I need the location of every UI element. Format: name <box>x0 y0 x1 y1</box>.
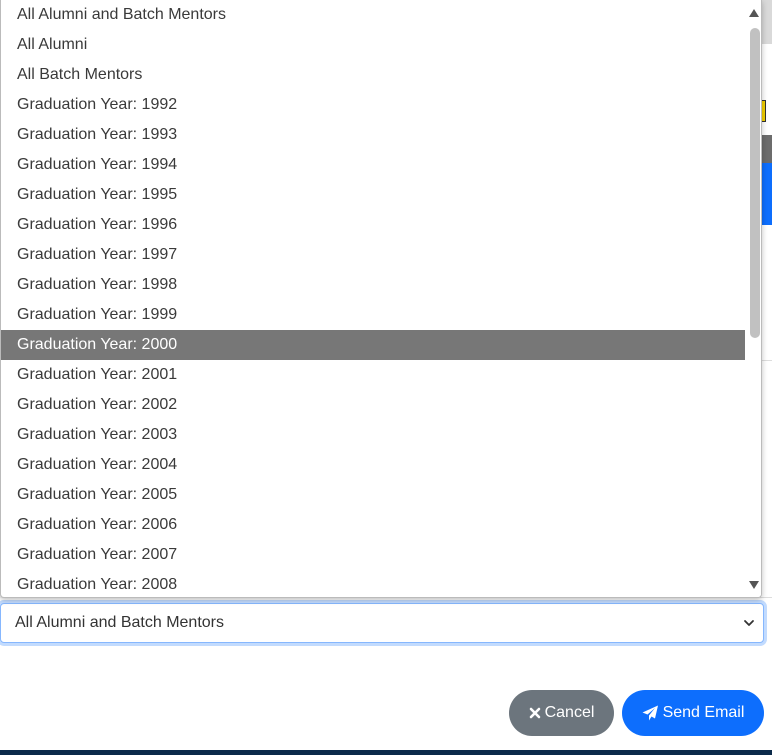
dropdown-option[interactable]: Graduation Year: 2004 <box>1 450 745 480</box>
scrollbar-thumb[interactable] <box>750 28 760 338</box>
dropdown-option[interactable]: Graduation Year: 2002 <box>1 390 745 420</box>
dropdown-option[interactable]: Graduation Year: 1998 <box>1 270 745 300</box>
chevron-down-icon <box>744 620 754 626</box>
cancel-button[interactable]: Cancel <box>509 690 614 736</box>
recipient-select[interactable]: All Alumni and Batch Mentors <box>0 603 764 643</box>
dropdown-option[interactable]: Graduation Year: 2003 <box>1 420 745 450</box>
dropdown-option[interactable]: Graduation Year: 1993 <box>1 120 745 150</box>
dropdown-option[interactable]: Graduation Year: 1994 <box>1 150 745 180</box>
dropdown-option[interactable]: Graduation Year: 2006 <box>1 510 745 540</box>
dropdown-option[interactable]: All Alumni and Batch Mentors <box>1 0 745 30</box>
cancel-button-label: Cancel <box>544 704 595 721</box>
send-email-button[interactable]: Send Email <box>622 690 764 736</box>
recipient-dropdown-list[interactable]: Graduation Year: 2008 Graduation Year: 20… <box>0 0 762 598</box>
dropdown-option[interactable]: Graduation Year: 1995 <box>1 180 745 210</box>
background-bottom-bar <box>0 750 772 755</box>
dropdown-option[interactable]: Graduation Year: 2007 <box>1 540 745 570</box>
scroll-down-arrow-icon[interactable] <box>748 580 760 590</box>
recipient-select-value: All Alumni and Batch Mentors <box>15 614 224 631</box>
dropdown-option[interactable]: Graduation Year: 2001 <box>1 360 745 390</box>
dropdown-option[interactable]: Graduation Year: 2008 <box>1 570 745 597</box>
send-email-button-label: Send Email <box>662 704 745 721</box>
dropdown-option[interactable]: Graduation Year: 1999 <box>1 300 745 330</box>
dropdown-option[interactable]: Graduation Year: 1997 <box>1 240 745 270</box>
dropdown-option[interactable]: Graduation Year: 1996 <box>1 210 745 240</box>
scroll-up-arrow-icon[interactable] <box>748 8 760 18</box>
dropdown-option[interactable]: All Alumni <box>1 30 745 60</box>
dropdown-option[interactable]: Graduation Year: 1992 <box>1 90 745 120</box>
dropdown-option[interactable]: Graduation Year: 2000 <box>1 330 745 360</box>
dropdown-option[interactable]: Graduation Year: 2005 <box>1 480 745 510</box>
dropdown-option[interactable]: All Batch Mentors <box>1 60 745 90</box>
times-icon <box>529 707 541 719</box>
paper-plane-icon <box>642 705 659 721</box>
